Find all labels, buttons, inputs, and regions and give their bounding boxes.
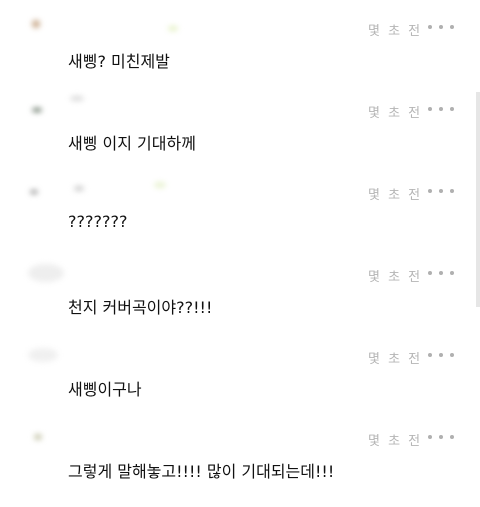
more-options-icon: [428, 107, 432, 111]
comment-text: 새삥 이지 기대하께: [68, 134, 196, 153]
username-redacted: [28, 178, 178, 196]
comment-text: 새삥? 미친제발: [68, 52, 170, 71]
comment-text: 천지 커버곡이야??!!!: [68, 298, 213, 317]
comment-item: 몇 초 전 천지 커버곡이야??!!!: [0, 246, 476, 326]
username-redacted: [28, 96, 178, 114]
username-redacted: [28, 342, 178, 362]
comment-timestamp: 몇 초 전: [368, 270, 423, 285]
scrollbar[interactable]: [476, 0, 480, 507]
comment-text: ???????: [68, 212, 128, 231]
comment-item: 몇 초 전 ???????: [0, 164, 476, 244]
more-options-button[interactable]: [428, 348, 454, 362]
comment-timestamp: 몇 초 전: [368, 106, 423, 121]
comment-item: 몇 초 전 새삥이구나: [0, 328, 476, 408]
username-redacted: [28, 14, 178, 32]
username-redacted: [28, 260, 178, 282]
comment-text: 그렇게 말해놓고!!!! 많이 기대되는데!!!: [68, 462, 335, 481]
more-options-icon: [428, 189, 432, 193]
more-options-icon: [428, 435, 432, 439]
comment-timestamp: 몇 초 전: [368, 434, 423, 449]
comment-item: 몇 초 전 새삥 이지 기대하께: [0, 82, 476, 162]
more-options-button[interactable]: [428, 430, 454, 444]
more-options-button[interactable]: [428, 184, 454, 198]
comment-timestamp: 몇 초 전: [368, 352, 423, 367]
comment-text: 새삥이구나: [68, 380, 142, 399]
more-options-icon: [428, 271, 432, 275]
more-options-button[interactable]: [428, 20, 454, 34]
more-options-button[interactable]: [428, 266, 454, 280]
comment-item: 몇 초 전 새삥? 미친제발: [0, 0, 476, 80]
more-options-icon: [428, 353, 432, 357]
more-options-icon: [428, 25, 432, 29]
comment-list: 몇 초 전 새삥? 미친제발 몇 초 전 새삥 이지 기대하께 몇 초 전 ??…: [0, 0, 480, 507]
scrollbar-thumb[interactable]: [476, 92, 480, 307]
comment-timestamp: 몇 초 전: [368, 24, 423, 39]
username-redacted: [28, 424, 178, 442]
more-options-button[interactable]: [428, 102, 454, 116]
comment-timestamp: 몇 초 전: [368, 188, 423, 203]
comment-item: 몇 초 전 그렇게 말해놓고!!!! 많이 기대되는데!!!: [0, 410, 476, 490]
